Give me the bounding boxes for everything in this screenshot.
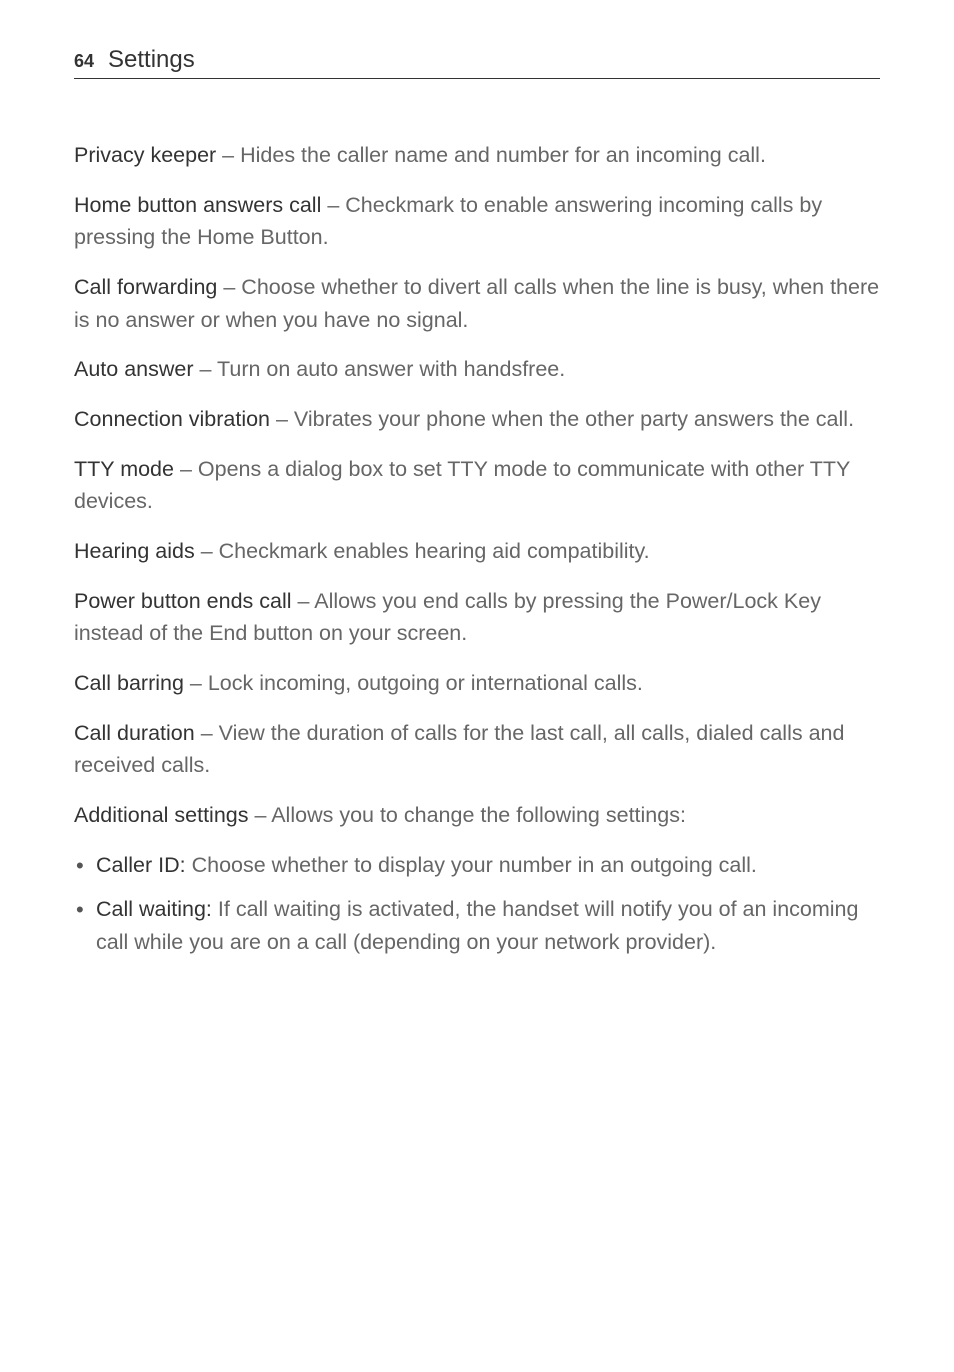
page-number: 64	[74, 51, 94, 72]
page-content: Privacy keeper – Hides the caller name a…	[74, 139, 880, 959]
setting-term: Home button answers call	[74, 193, 321, 217]
setting-term: Connection vibration	[74, 407, 270, 431]
setting-item: Home button answers call – Checkmark to …	[74, 189, 880, 254]
setting-desc: – Hides the caller name and number for a…	[216, 143, 766, 167]
setting-desc: – Lock incoming, outgoing or internation…	[184, 671, 643, 695]
list-item: Caller ID: Choose whether to display you…	[74, 849, 880, 882]
section-title: Settings	[108, 46, 195, 74]
setting-desc: – Allows you to change the following set…	[249, 803, 686, 827]
setting-item: Call barring – Lock incoming, outgoing o…	[74, 667, 880, 700]
setting-item: Power button ends call – Allows you end …	[74, 585, 880, 650]
setting-term: Additional settings	[74, 803, 249, 827]
setting-term: Privacy keeper	[74, 143, 216, 167]
setting-desc: – Vibrates your phone when the other par…	[270, 407, 854, 431]
setting-term: Call barring	[74, 671, 184, 695]
setting-item: TTY mode – Opens a dialog box to set TTY…	[74, 453, 880, 518]
setting-item: Hearing aids – Checkmark enables hearing…	[74, 535, 880, 568]
bullet-term: Call waiting:	[96, 897, 212, 921]
setting-item: Connection vibration – Vibrates your pho…	[74, 403, 880, 436]
bullet-desc: Choose whether to display your number in…	[186, 853, 757, 877]
setting-item: Additional settings – Allows you to chan…	[74, 799, 880, 832]
setting-desc: – Opens a dialog box to set TTY mode to …	[74, 457, 850, 514]
setting-term: Hearing aids	[74, 539, 195, 563]
setting-item: Auto answer – Turn on auto answer with h…	[74, 353, 880, 386]
setting-term: Power button ends call	[74, 589, 292, 613]
page-header: 64 Settings	[74, 46, 880, 79]
setting-item: Call forwarding – Choose whether to dive…	[74, 271, 880, 336]
setting-term: Call duration	[74, 721, 195, 745]
setting-desc: – Checkmark enables hearing aid compatib…	[195, 539, 650, 563]
setting-term: Auto answer	[74, 357, 194, 381]
setting-item: Privacy keeper – Hides the caller name a…	[74, 139, 880, 172]
bullet-list: Caller ID: Choose whether to display you…	[74, 849, 880, 959]
setting-desc: – Turn on auto answer with handsfree.	[194, 357, 566, 381]
setting-term: TTY mode	[74, 457, 174, 481]
setting-term: Call forwarding	[74, 275, 217, 299]
setting-item: Call duration – View the duration of cal…	[74, 717, 880, 782]
bullet-term: Caller ID:	[96, 853, 186, 877]
list-item: Call waiting: If call waiting is activat…	[74, 893, 880, 958]
